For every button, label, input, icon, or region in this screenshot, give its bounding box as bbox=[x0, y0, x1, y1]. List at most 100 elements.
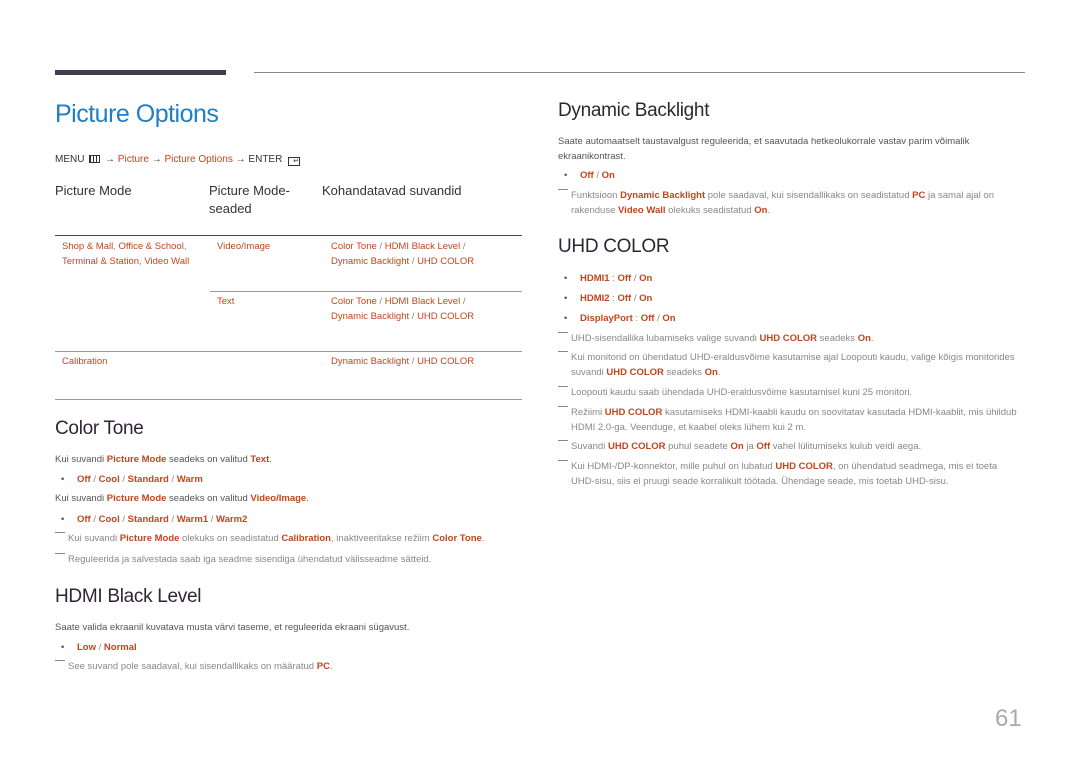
sep: / bbox=[93, 514, 96, 525]
arrow: → bbox=[151, 154, 162, 165]
breadcrumb-picture-options: Picture Options bbox=[164, 154, 233, 165]
color-tone-text-2: Kui suvandi Picture Mode seadeks on vali… bbox=[55, 491, 309, 506]
t: . bbox=[767, 205, 771, 216]
hl: PC bbox=[912, 190, 926, 201]
hl: Picture Mode bbox=[106, 454, 167, 465]
opt-uhd-color: UHD COLOR bbox=[417, 256, 475, 267]
input-name: HDMI2 bbox=[580, 293, 610, 304]
hl: UHD COLOR bbox=[607, 441, 666, 452]
opt: Warm2 bbox=[216, 514, 248, 525]
table-top-rule bbox=[55, 235, 522, 236]
table-cell-options: Color Tone / HDMI Black Level / Dynamic … bbox=[331, 294, 474, 324]
sep: / bbox=[462, 241, 466, 252]
uhd-note-5: Suvandi UHD COLOR puhul seadete On ja Of… bbox=[558, 439, 1023, 454]
t: . bbox=[269, 454, 272, 465]
t: Kui suvandi bbox=[68, 533, 120, 544]
t: Kui suvandi bbox=[55, 493, 107, 504]
hdmi-black-options: • Low / Normal bbox=[61, 642, 137, 653]
opt-uhd-color: UHD COLOR bbox=[417, 311, 475, 322]
colon: : bbox=[635, 313, 639, 324]
hdmi-black-desc: Saate valida ekraanil kuvatava musta vär… bbox=[55, 622, 410, 633]
hl: Dynamic Backlight bbox=[620, 190, 706, 201]
opt: Off bbox=[617, 273, 632, 284]
t: Reguleerida ja salvestada saab iga seadm… bbox=[68, 554, 432, 565]
t: pole saadaval, kui sisendallikaks on sea… bbox=[705, 190, 913, 201]
hl: UHD COLOR bbox=[775, 461, 833, 472]
breadcrumb-menu: MENU bbox=[55, 154, 85, 165]
mode-terminal-station: Terminal & Station bbox=[62, 256, 140, 267]
section-title-dynamic-backlight: Dynamic Backlight bbox=[558, 100, 710, 121]
hl: UHD COLOR bbox=[606, 367, 664, 378]
opt-color-tone: Color Tone bbox=[331, 296, 377, 307]
color-tone-options-1: • Off / Cool / Standard / Warm bbox=[61, 474, 203, 485]
t: UHD-sisendallika lubamiseks valige suvan… bbox=[571, 333, 760, 344]
t: . bbox=[481, 533, 485, 544]
colon: : bbox=[612, 273, 615, 284]
t: . bbox=[870, 333, 874, 344]
opt: On bbox=[639, 293, 653, 304]
color-tone-options-2: • Off / Cool / Standard / Warm1 / Warm2 bbox=[61, 514, 248, 525]
sep: / bbox=[93, 474, 96, 485]
t: seadeks bbox=[817, 333, 858, 344]
dynamic-backlight-options: • Off / On bbox=[564, 170, 615, 181]
opt: Normal bbox=[103, 642, 137, 653]
hl: Off bbox=[756, 441, 771, 452]
opt: On bbox=[601, 170, 615, 181]
enter-icon: ↵ bbox=[288, 157, 301, 166]
t: Kui HDMI-/DP-konnektor, mille puhul on l… bbox=[571, 461, 776, 472]
t: olekuks seadistatud bbox=[665, 205, 755, 216]
sep: / bbox=[379, 296, 383, 307]
header-rule bbox=[254, 72, 1025, 73]
sep: / bbox=[98, 642, 102, 653]
t: seadeks bbox=[663, 367, 705, 378]
t: seadeks on valitud bbox=[166, 493, 251, 504]
hl: Picture Mode bbox=[119, 533, 180, 544]
t: vahel lülitumiseks kulub veidi aega. bbox=[770, 441, 922, 452]
sep: / bbox=[411, 311, 415, 322]
uhd-input-hdmi1: • HDMI1 : Off / On bbox=[564, 273, 653, 284]
dynamic-backlight-note: Funktsioon Dynamic Backlight pole saadav… bbox=[558, 188, 1023, 218]
sep: / bbox=[633, 293, 637, 304]
hl: Picture Mode bbox=[106, 493, 167, 504]
opt: On bbox=[662, 313, 676, 324]
t: seadeks on valitud bbox=[166, 454, 251, 465]
hl: Color Tone bbox=[432, 533, 482, 544]
sep: / bbox=[379, 241, 383, 252]
page-number: 61 bbox=[995, 705, 1022, 732]
table-bottom-rule bbox=[55, 399, 522, 400]
table-cell-setting: Text bbox=[217, 296, 235, 307]
opt-hdmi-black: HDMI Black Level bbox=[384, 241, 461, 252]
hl: UHD COLOR bbox=[759, 333, 818, 344]
opt: Cool bbox=[98, 514, 120, 525]
t: Suvandi bbox=[571, 441, 608, 452]
opt: Off bbox=[580, 170, 594, 181]
breadcrumb: MENU → Picture → Picture Options → ENTER… bbox=[55, 154, 301, 166]
opt: Off bbox=[617, 293, 632, 304]
header-line2: seaded bbox=[209, 201, 252, 216]
hl: Calibration bbox=[281, 533, 331, 544]
hl: On bbox=[857, 333, 871, 344]
mode-shop-mall: Shop & Mall bbox=[62, 241, 114, 252]
sep: / bbox=[657, 313, 660, 324]
t: , inaktiveeritakse režiim bbox=[330, 533, 433, 544]
opt-color-tone: Color Tone bbox=[331, 241, 377, 252]
hl: On bbox=[704, 367, 718, 378]
t: ja bbox=[743, 441, 757, 452]
hl: Video/Image bbox=[250, 493, 307, 504]
t: Režiimi bbox=[571, 407, 605, 418]
table-row-rule bbox=[210, 291, 522, 292]
sep: / bbox=[210, 514, 214, 525]
sep: / bbox=[411, 356, 415, 367]
hdmi-black-note: See suvand pole saadaval, kui sisendalli… bbox=[55, 659, 525, 674]
input-name: DisplayPort bbox=[580, 313, 633, 324]
table-header-picture-mode-seaded: Picture Mode- seaded bbox=[209, 182, 290, 218]
t: Loopouti kaudu saab ühendada UHD-eraldus… bbox=[571, 387, 913, 398]
sep: / bbox=[122, 514, 126, 525]
hl: PC bbox=[316, 661, 330, 672]
sep: / bbox=[596, 170, 599, 181]
breadcrumb-enter: ENTER bbox=[248, 154, 283, 165]
t: . bbox=[306, 493, 309, 504]
opt: Warm1 bbox=[176, 514, 209, 525]
colon: : bbox=[612, 293, 615, 304]
header-bar-thick bbox=[55, 70, 226, 75]
